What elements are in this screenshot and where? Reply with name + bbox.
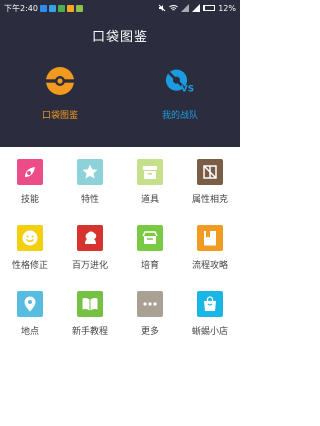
svg-text:VS: VS — [181, 85, 194, 95]
battery-icon — [203, 5, 216, 11]
grid-tile — [137, 225, 163, 251]
grid-item-label: 属性相克 — [191, 195, 228, 205]
grid-item-type-matchups[interactable]: 属性相克 — [180, 153, 240, 219]
more-dots-icon — [143, 302, 157, 306]
grid-item-label: 百万进化 — [71, 261, 108, 271]
grid-item-label: 培育 — [140, 261, 159, 271]
grid-tile — [197, 159, 223, 185]
shopping-bag-icon — [204, 296, 216, 311]
grid-item-breeding[interactable]: 培育 — [120, 219, 180, 285]
book-icon — [204, 231, 216, 246]
grid-item-more[interactable]: 更多 — [120, 285, 180, 351]
page-title: 口袋图鉴 — [91, 30, 148, 45]
grid-tile — [137, 291, 163, 317]
grid-item-label: 地点 — [20, 327, 39, 337]
element-relations-icon — [203, 165, 217, 179]
signal-icon — [192, 4, 201, 12]
grid-tile — [77, 225, 103, 251]
grid-item-label: 流程攻略 — [191, 261, 228, 271]
grid-item-label: 道具 — [140, 195, 159, 205]
grid-tile — [17, 159, 43, 185]
grid-item-natures[interactable]: 性格修正 — [0, 219, 60, 285]
grid-item-shop[interactable]: 蜥蜴小店 — [180, 285, 240, 351]
grid-item-label: 新手教程 — [71, 327, 108, 337]
box-icon — [143, 166, 157, 179]
grid-tile — [17, 291, 43, 317]
grid-item-label: 性格修正 — [11, 261, 48, 271]
versus-icon: VS — [165, 69, 194, 95]
grid-item-locations[interactable]: 地点 — [0, 285, 60, 351]
nest-icon — [142, 231, 158, 244]
grid-item-label: 特性 — [80, 195, 99, 205]
grid-tile — [77, 159, 103, 185]
grid-item-label: 技能 — [20, 195, 39, 205]
open-book-icon — [82, 297, 98, 311]
tab-my-team[interactable]: VS 我的战队 — [140, 66, 220, 121]
status-bar: 下午2:40 12% — [0, 0, 240, 16]
grid-tile — [17, 225, 43, 251]
smiley-icon — [22, 230, 38, 246]
grid-item-label: 更多 — [140, 327, 159, 337]
tab-pokedex[interactable]: 口袋图鉴 — [20, 66, 100, 121]
grid-tile — [77, 291, 103, 317]
grid-item-abilities[interactable]: 特性 — [60, 153, 120, 219]
grid-item-walkthrough[interactable]: 流程攻略 — [180, 219, 240, 285]
grid-tile — [197, 225, 223, 251]
evolution-icon — [85, 231, 97, 244]
skill-icon — [25, 167, 35, 177]
grid-item-skills[interactable]: 技能 — [0, 153, 60, 219]
battery-percent: 12% — [218, 3, 236, 13]
grid-tile — [137, 159, 163, 185]
battery-level — [204, 6, 206, 10]
notification-app-icon — [75, 4, 83, 12]
notification-app-icon — [39, 4, 47, 12]
header-panel: 口袋图鉴 口袋图鉴 VS 我的战队 — [0, 16, 240, 147]
notification-app-icon — [48, 4, 56, 12]
notification-app-icon — [66, 4, 74, 12]
status-time: 下午2:40 — [4, 3, 38, 13]
signal-icon — [181, 4, 190, 12]
grid-item-tutorial[interactable]: 新手教程 — [60, 285, 120, 351]
grid-item-evolution[interactable]: 百万进化 — [60, 219, 120, 285]
grid-item-items[interactable]: 道具 — [120, 153, 180, 219]
notification-app-icon — [57, 4, 65, 12]
feature-grid: 技能 特性 道具 属性相克 性格修正 百万进化 培育 流程攻略 地点 新手教程 … — [0, 147, 240, 426]
location-pin-icon — [24, 296, 36, 312]
mute-icon — [158, 4, 166, 12]
star-icon — [82, 164, 98, 179]
pokeball-icon — [46, 67, 74, 95]
grid-tile — [197, 291, 223, 317]
tab-my-team-label: 我的战队 — [161, 111, 198, 121]
grid-item-label: 蜥蜴小店 — [191, 327, 228, 337]
wifi-icon — [169, 5, 179, 11]
tab-pokedex-label: 口袋图鉴 — [41, 111, 78, 121]
